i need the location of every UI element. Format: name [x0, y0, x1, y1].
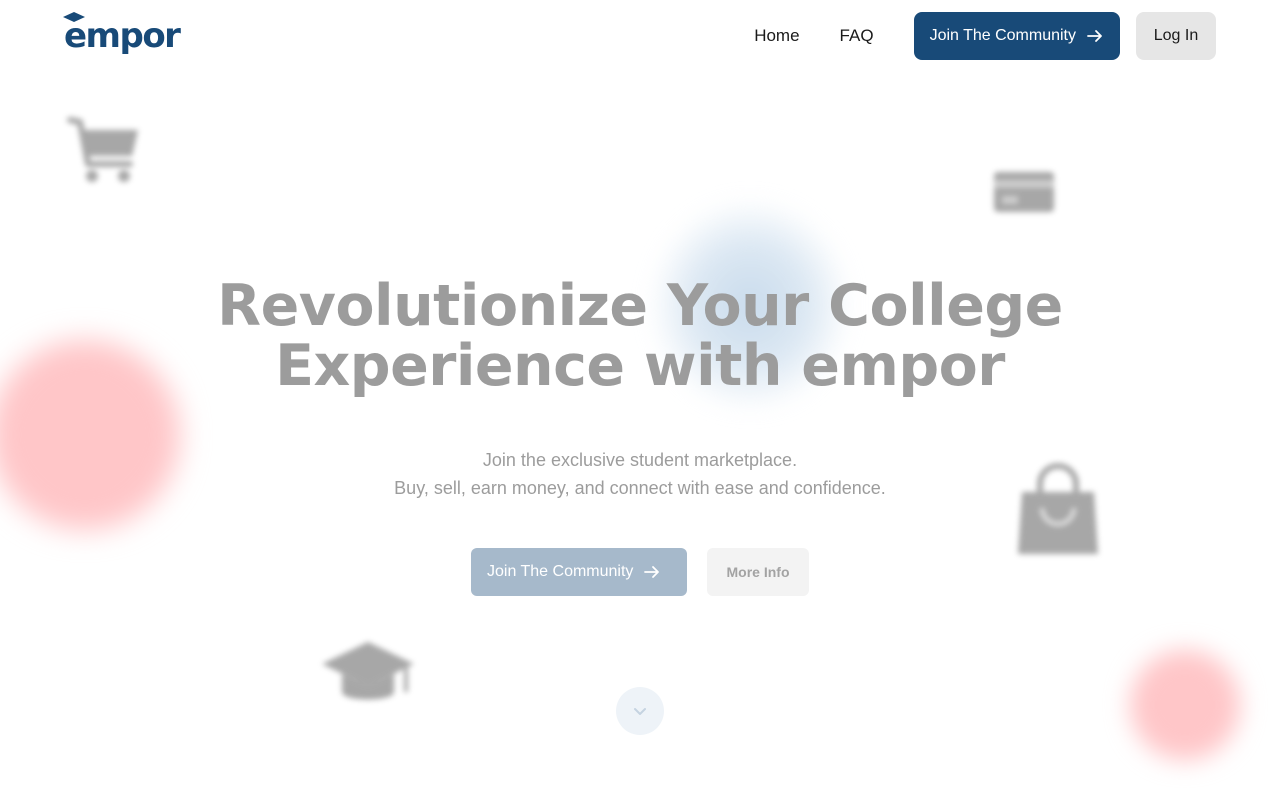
shopping-cart-icon: [67, 117, 138, 182]
graduation-cap-icon: [322, 642, 414, 700]
chevron-down-icon: [634, 708, 646, 715]
hero-subtitle: Join the exclusive student marketplace. …: [240, 446, 1040, 502]
nav-home-link[interactable]: Home: [754, 12, 799, 60]
hero-join-community-button[interactable]: Join The Community: [471, 548, 687, 596]
arrow-right-icon: [1087, 30, 1102, 42]
hero-title: Revolutionize Your College Experience wi…: [140, 276, 1140, 396]
scroll-down-button[interactable]: [616, 687, 664, 735]
more-info-button[interactable]: More Info: [707, 548, 809, 596]
top-nav-bar: empor Home FAQ Join The Community Log In: [0, 0, 1280, 72]
join-community-button[interactable]: Join The Community: [913, 12, 1120, 60]
hero-title-line-1: Revolutionize Your College: [217, 273, 1063, 339]
graduation-cap-logo-icon: [63, 12, 85, 22]
hero-subtitle-line-2: Buy, sell, earn money, and connect with …: [394, 478, 886, 498]
hero-subtitle-line-1: Join the exclusive student marketplace.: [482, 450, 798, 470]
arrow-right-icon: [644, 566, 660, 578]
hero-actions: Join The Community More Info: [0, 548, 1280, 596]
credit-card-icon: [994, 172, 1054, 212]
nav-menu: Home FAQ Join The Community Log In: [754, 12, 1216, 60]
logo-wordmark: empor: [64, 16, 181, 56]
hero-title-line-2: Experience with empor: [275, 333, 1005, 399]
login-button[interactable]: Log In: [1136, 12, 1216, 60]
nav-faq-link[interactable]: FAQ: [840, 12, 874, 60]
hero-join-label: Join The Community: [487, 563, 634, 580]
join-community-label: Join The Community: [929, 27, 1076, 44]
logo[interactable]: empor: [63, 12, 181, 56]
pink-blob-right: [1130, 650, 1240, 760]
